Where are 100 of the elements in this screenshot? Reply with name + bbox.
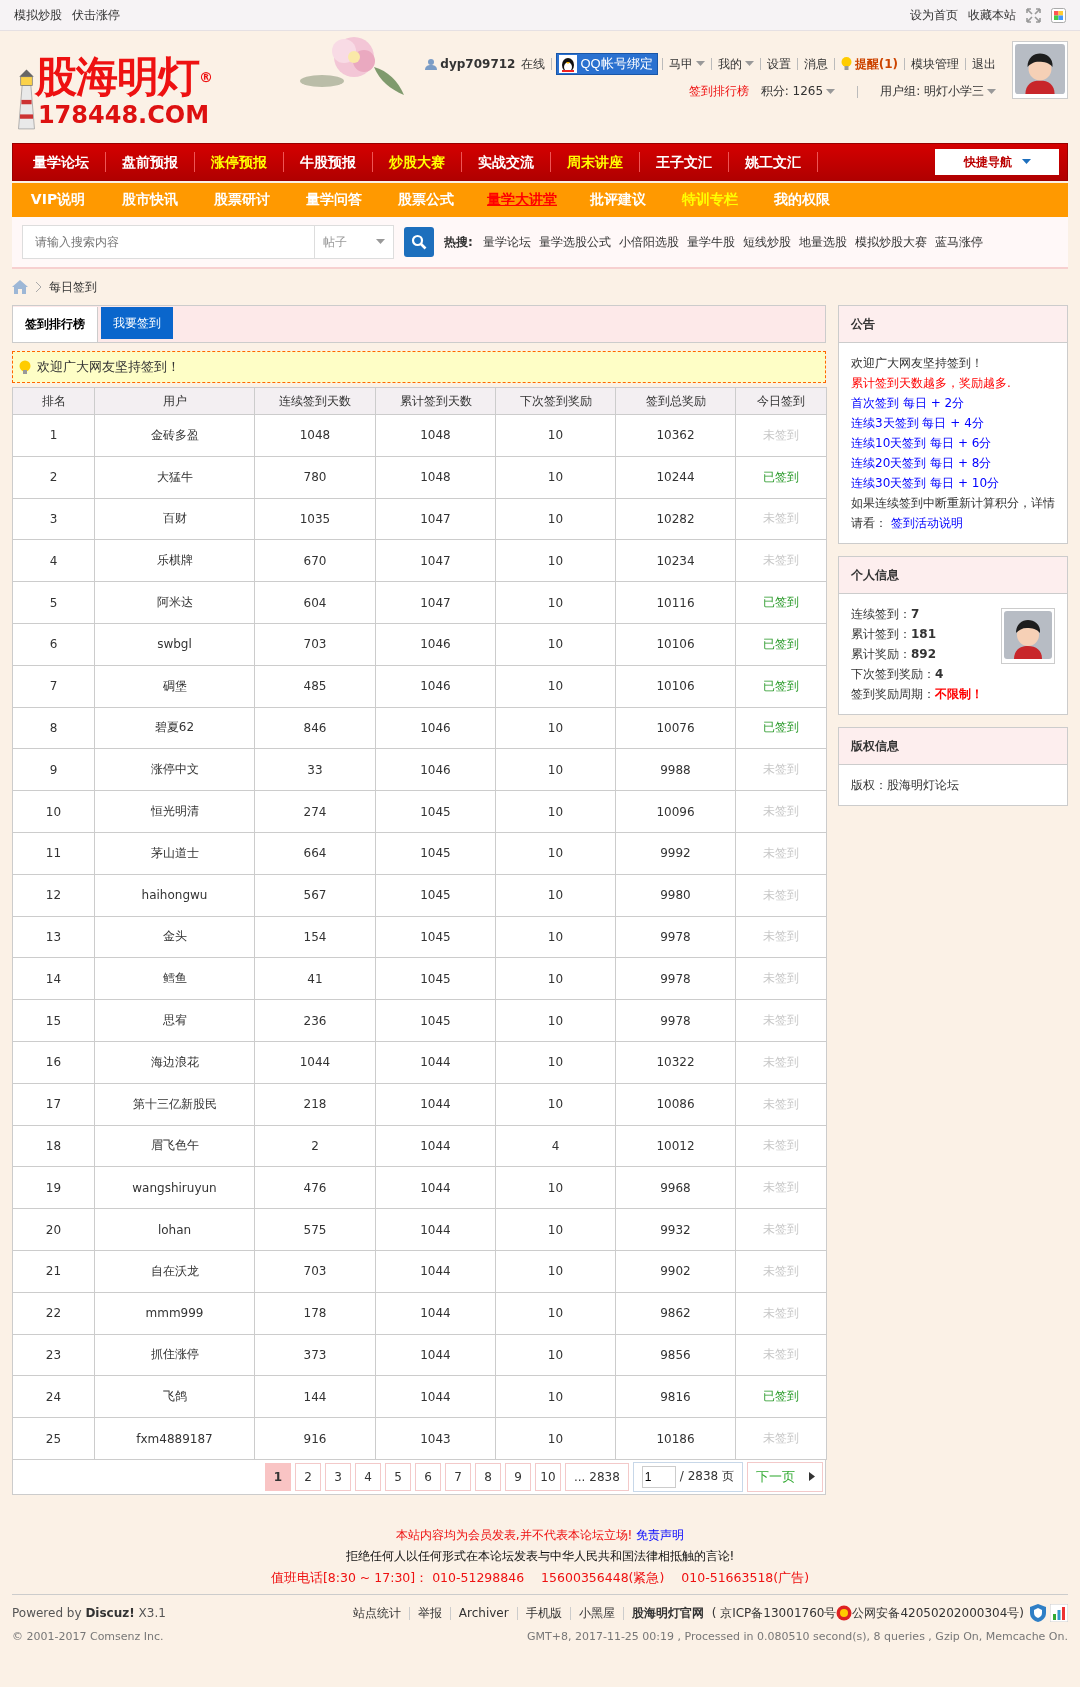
table-cell: 10106: [615, 665, 736, 708]
hot-search-link[interactable]: 量学牛股: [686, 233, 735, 251]
header-link[interactable]: 模块管理: [905, 55, 965, 73]
table-cell: 眉飞色午: [94, 1125, 255, 1167]
table-cell: 10116: [615, 581, 736, 624]
caret-icon: [826, 88, 836, 95]
ranking-link[interactable]: 签到排行榜: [682, 83, 755, 100]
user-group-menu[interactable]: 用户组: 明灯小学三: [874, 83, 1002, 100]
page-button[interactable]: 5: [385, 1462, 411, 1491]
rule-link[interactable]: 首次签到 每日 + 2分: [851, 393, 1055, 413]
table-cell: 9: [12, 748, 95, 791]
table-cell: 6: [12, 623, 95, 666]
table-cell: 9968: [615, 1166, 736, 1209]
table-cell: 1: [12, 414, 95, 457]
table-cell: 抓住涨停: [94, 1334, 255, 1376]
hot-search-link[interactable]: 短线炒股: [742, 233, 791, 251]
column-header: 用户: [94, 387, 255, 415]
caret-icon: [376, 239, 385, 245]
hot-search-link[interactable]: 地量选股: [798, 233, 847, 251]
page-button[interactable]: 7: [445, 1462, 471, 1491]
footer-link[interactable]: 小黑屋: [569, 1606, 623, 1620]
table-cell: 14: [12, 957, 95, 1000]
page-button[interactable]: 2: [295, 1462, 321, 1491]
nav-link[interactable]: 姚工文汇: [729, 152, 818, 172]
table-cell: 涨停中文: [94, 748, 255, 791]
hot-search-link[interactable]: 小倍阳选股: [618, 233, 679, 251]
page-button[interactable]: 3: [325, 1462, 351, 1491]
top-link[interactable]: 模拟炒股: [14, 6, 62, 24]
check-in-status: 已签到: [735, 665, 827, 708]
table-cell: 10: [495, 999, 616, 1042]
page-button[interactable]: 9: [505, 1462, 531, 1491]
table-cell: 1048: [375, 414, 496, 457]
rule-link[interactable]: 连续3天签到 每日 + 4分: [851, 413, 1055, 433]
home-icon[interactable]: [12, 280, 28, 294]
hot-search-link[interactable]: 量学选股公式: [538, 233, 611, 251]
table-cell: lohan: [94, 1208, 255, 1251]
rule-link[interactable]: 连续10天签到 每日 + 6分: [851, 433, 1055, 453]
hot-search-link[interactable]: 模拟炒股大赛: [854, 233, 927, 251]
qq-bind-button[interactable]: QQ帐号绑定: [556, 53, 658, 75]
site-link[interactable]: 股海明灯官网: [622, 1606, 712, 1620]
search-button[interactable]: [404, 227, 434, 257]
footer-link[interactable]: Archiver: [449, 1606, 517, 1620]
nav-link[interactable]: 盘前预报: [106, 152, 195, 172]
top-link[interactable]: 收藏本站: [968, 6, 1016, 24]
username-link[interactable]: dyp709712: [440, 57, 516, 71]
hot-search-link[interactable]: 蓝马涨停: [934, 233, 983, 251]
nav-link[interactable]: 牛股预报: [284, 152, 373, 172]
table-cell: 575: [254, 1208, 376, 1251]
nav-link[interactable]: 王子文汇: [640, 152, 729, 172]
footer-link[interactable]: 举报: [408, 1606, 450, 1620]
hot-search-link[interactable]: 量学论坛: [482, 233, 531, 251]
top-link[interactable]: 伏击涨停: [72, 6, 120, 24]
page-input[interactable]: 1: [641, 1465, 676, 1488]
menu-link[interactable]: 设置: [760, 55, 797, 73]
menu-link[interactable]: 消息: [797, 55, 834, 73]
rule-link[interactable]: 连续30天签到 每日 + 10分: [851, 473, 1055, 493]
table-cell: 5: [12, 581, 95, 624]
table-cell: 144: [254, 1375, 376, 1418]
footer-link[interactable]: 站点统计: [344, 1606, 409, 1620]
page-button[interactable]: 10: [535, 1462, 561, 1491]
alert-link[interactable]: 提醒(1): [834, 55, 904, 73]
rule-link[interactable]: 连续20天签到 每日 + 8分: [851, 453, 1055, 473]
nav-link[interactable]: 炒股大赛: [373, 152, 462, 172]
page-button[interactable]: 1: [265, 1462, 291, 1491]
nav-link[interactable]: 实战交流: [462, 152, 551, 172]
page-button[interactable]: 4: [355, 1462, 381, 1491]
nav-link[interactable]: 量学论坛: [17, 152, 106, 172]
footer-link[interactable]: 手机版: [516, 1606, 570, 1620]
points-menu[interactable]: 积分: 1265: [754, 83, 842, 100]
page-button[interactable]: 6: [415, 1462, 441, 1491]
emblem-icon: [836, 1605, 853, 1622]
table-cell: 1046: [375, 665, 496, 708]
announcement-text: 累计签到天数越多，奖励越多.: [851, 375, 1012, 392]
color-palette-icon[interactable]: [1051, 7, 1066, 23]
page-button[interactable]: ... 2838: [565, 1462, 629, 1491]
quick-nav-button[interactable]: 快捷导航: [935, 149, 1059, 175]
table-cell: 274: [254, 790, 376, 833]
header-link[interactable]: 退出: [966, 55, 1002, 73]
rules-link[interactable]: 签到活动说明: [890, 516, 963, 530]
check-in-button[interactable]: 我要签到: [101, 307, 173, 339]
table-cell: swbgl: [94, 623, 255, 666]
nav-link[interactable]: 涨停预报: [195, 152, 284, 172]
table-cell: 1044: [375, 1208, 496, 1251]
table-cell: 1044: [375, 1083, 496, 1126]
nav-link[interactable]: 周末讲座: [551, 152, 640, 172]
lightbulb-icon: [840, 57, 852, 71]
table-cell: 10: [495, 539, 616, 582]
disclaimer-link[interactable]: 免责声明: [636, 1527, 685, 1542]
fullscreen-icon[interactable]: [1026, 7, 1041, 23]
menu-link[interactable]: 马甲: [662, 55, 711, 73]
breadcrumb-link[interactable]: 每日签到: [49, 278, 97, 296]
top-link[interactable]: 设为首页: [910, 6, 958, 24]
table-cell: 10: [495, 790, 616, 833]
tab[interactable]: 签到排行榜: [13, 307, 98, 342]
table-cell: 1048: [375, 456, 496, 499]
panel-title: 版权信息: [851, 737, 899, 755]
page-button[interactable]: 8: [475, 1462, 501, 1491]
table-cell: 10: [495, 957, 616, 1000]
menu-link[interactable]: 我的: [711, 55, 760, 73]
column-header: 签到总奖励: [615, 387, 736, 415]
